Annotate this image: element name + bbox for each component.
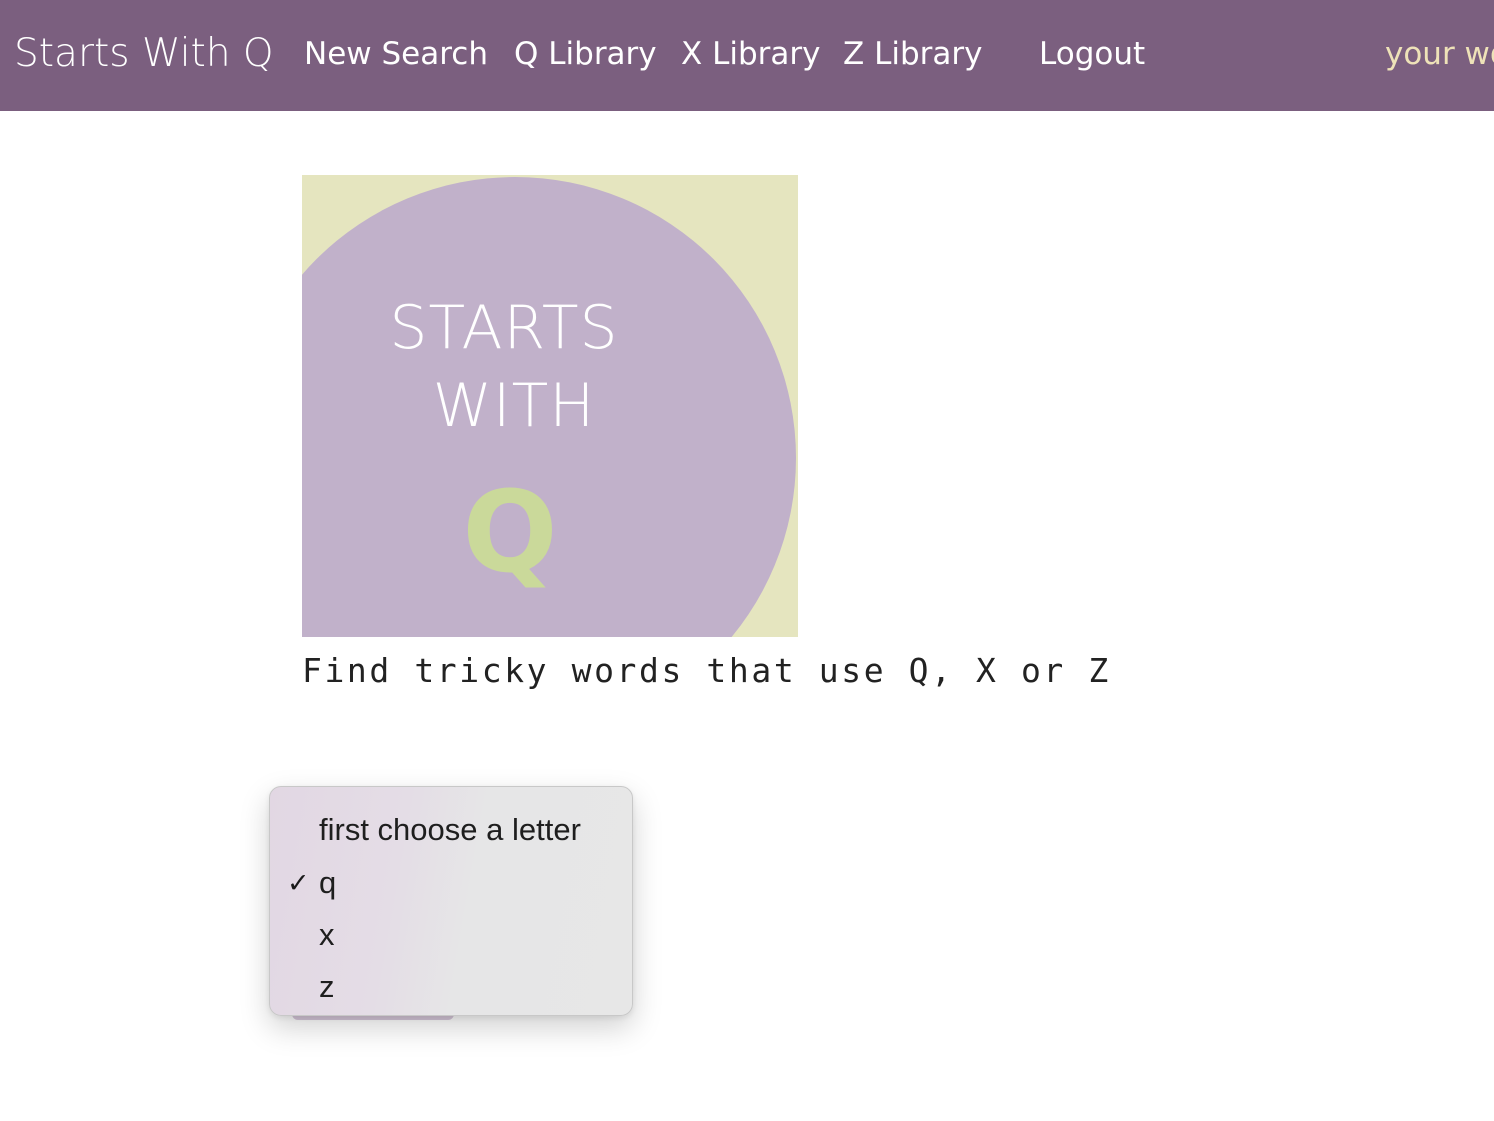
letter-select-menu[interactable]: first choose a letter ✓ q x z — [269, 786, 633, 1016]
nav-new-search-link[interactable]: New Search — [304, 34, 488, 74]
logo-line-starts: STARTS — [389, 293, 619, 363]
nav-z-library-link[interactable]: Z Library — [843, 34, 983, 74]
checkmark-icon: ✓ — [287, 868, 310, 899]
nav-logout-link[interactable]: Logout — [1039, 34, 1145, 74]
nav-user-text: your wo — [1385, 36, 1494, 72]
brand-link[interactable]: Starts With Q — [14, 30, 274, 78]
option-label: z — [319, 969, 335, 1004]
top-navbar: Starts With Q New Search Q Library X Lib… — [0, 0, 1494, 111]
letter-option-placeholder[interactable]: first choose a letter — [270, 804, 634, 856]
logo-letter-q: Q — [462, 468, 558, 598]
nav-q-library-link[interactable]: Q Library — [514, 34, 657, 74]
letter-option-q[interactable]: ✓ q — [270, 857, 634, 909]
letter-option-z[interactable]: z — [270, 961, 634, 1013]
letter-option-x[interactable]: x — [270, 909, 634, 961]
logo-line-with: WITH — [432, 371, 596, 441]
tagline: Find tricky words that use Q, X or Z — [302, 651, 1111, 690]
option-label: first choose a letter — [319, 812, 581, 847]
option-label: q — [319, 865, 337, 900]
starts-with-q-logo: STARTS WITH Q — [302, 175, 798, 637]
option-label: x — [319, 917, 335, 952]
nav-x-library-link[interactable]: X Library — [681, 34, 821, 74]
